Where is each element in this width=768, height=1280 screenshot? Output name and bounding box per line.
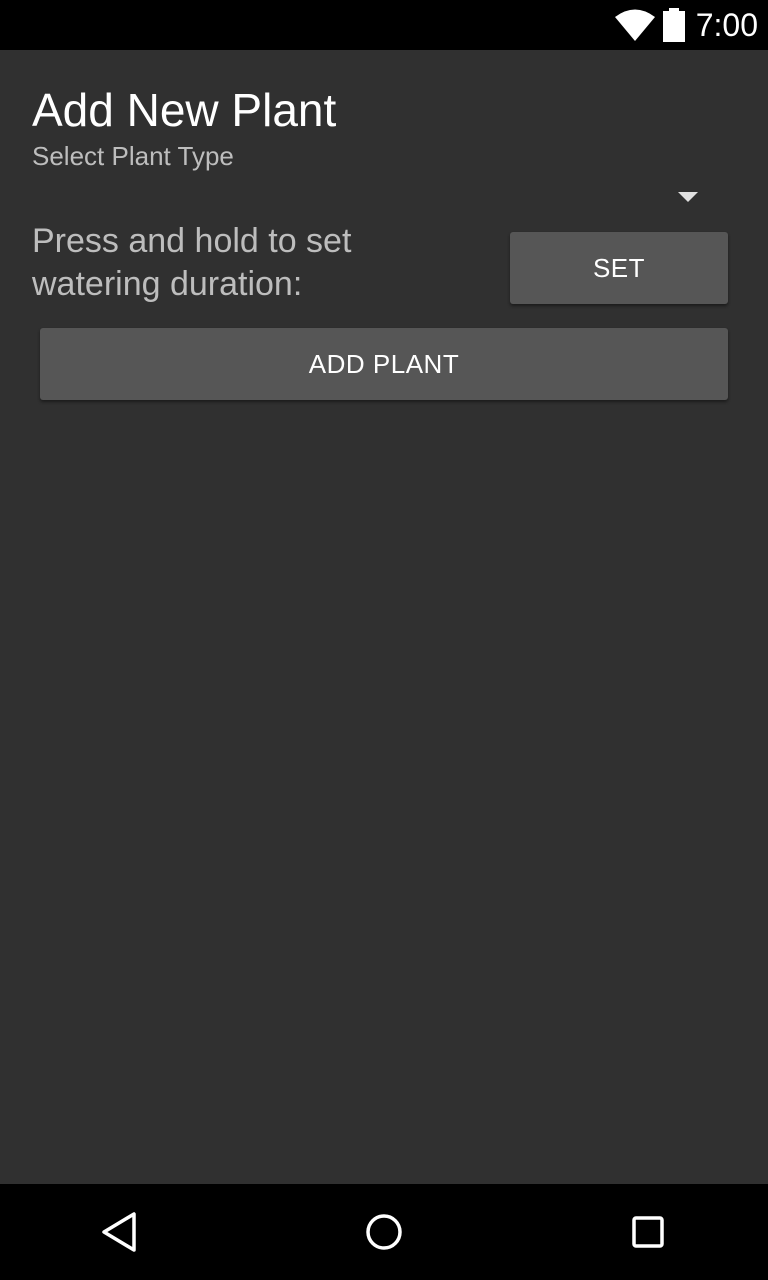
wifi-icon <box>615 9 655 41</box>
back-icon[interactable] <box>96 1208 144 1256</box>
watering-duration-label: Press and hold to set watering duration: <box>32 222 352 303</box>
navigation-bar <box>0 1184 768 1280</box>
set-duration-button[interactable]: SET <box>510 232 728 304</box>
dropdown-arrow-icon <box>678 192 698 202</box>
add-plant-button[interactable]: ADD PLANT <box>40 328 728 400</box>
recents-icon[interactable] <box>624 1208 672 1256</box>
status-bar: 7:00 <box>0 0 768 50</box>
page-title: Add New Plant <box>32 84 337 136</box>
home-icon[interactable] <box>360 1208 408 1256</box>
battery-icon <box>663 8 685 42</box>
select-plant-type-label: Select Plant Type <box>32 141 234 171</box>
add-plant-screen: Add New Plant Select Plant Type Press an… <box>0 50 768 1184</box>
status-clock: 7:00 <box>695 7 758 43</box>
plant-type-spinner[interactable] <box>32 174 728 224</box>
